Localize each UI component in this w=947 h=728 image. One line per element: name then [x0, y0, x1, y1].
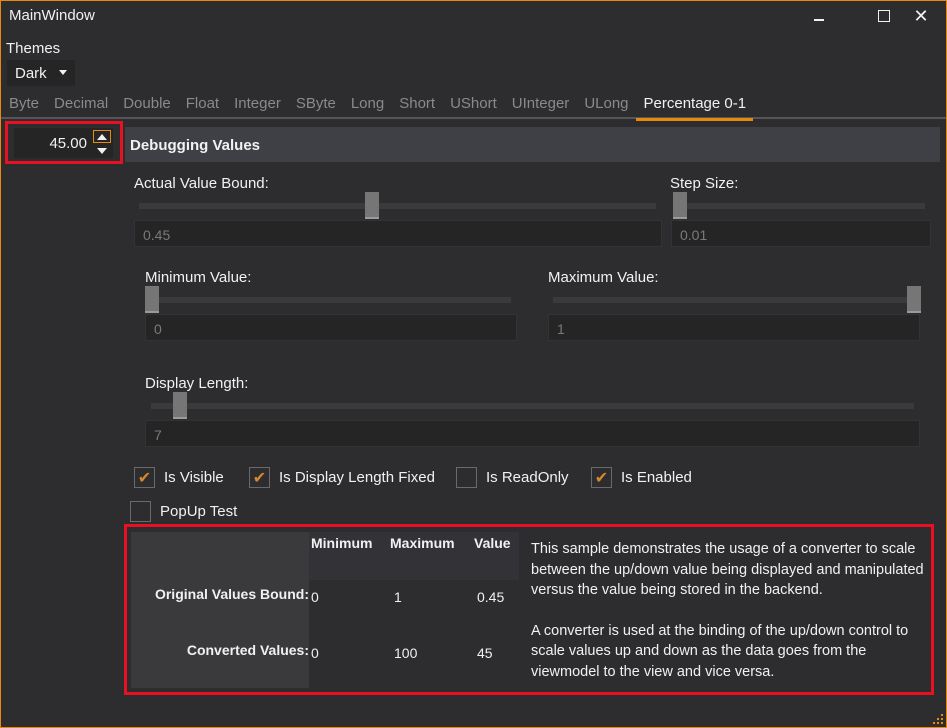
- tab-float[interactable]: Float: [178, 91, 226, 119]
- chevron-down-icon: [59, 70, 67, 75]
- values-table-highlight: Minimum Maximum Value Original Values Bo…: [124, 524, 934, 695]
- checkbox-box: [456, 467, 477, 488]
- display-length-field[interactable]: 7: [145, 420, 920, 447]
- values-table: Minimum Maximum Value Original Values Bo…: [131, 532, 519, 688]
- checkbox-box: [130, 501, 151, 522]
- checkmark-icon: ✔: [249, 467, 270, 488]
- tab-percentage[interactable]: Percentage 0-1: [635, 91, 754, 121]
- themes-dropdown[interactable]: Dark: [7, 60, 75, 86]
- is-display-length-fixed-checkbox[interactable]: ✔ Is Display Length Fixed: [249, 467, 435, 488]
- original-value: 0.45: [477, 589, 505, 605]
- tab-short[interactable]: Short: [391, 91, 442, 119]
- slider-track: [151, 403, 914, 409]
- tab-ushort[interactable]: UShort: [442, 91, 504, 119]
- actual-value-label: Actual Value Bound:: [134, 175, 269, 192]
- display-length-slider[interactable]: [151, 392, 914, 420]
- tab-byte[interactable]: Byte: [1, 91, 46, 119]
- main-window: MainWindow ✕ Themes Dark Byte Decimal Do…: [0, 0, 947, 728]
- step-size-field[interactable]: 0.01: [671, 220, 931, 247]
- decrement-button[interactable]: [93, 144, 111, 157]
- is-visible-checkbox[interactable]: ✔ Is Visible: [134, 467, 224, 488]
- description-paragraph: A converter is used at the binding of th…: [531, 622, 909, 680]
- header-minimum: Minimum: [311, 535, 373, 551]
- slider-thumb[interactable]: [673, 192, 687, 219]
- minimum-value-field[interactable]: 0: [145, 314, 517, 341]
- header-value: Value: [474, 535, 511, 551]
- checkmark-icon: ✔: [134, 467, 155, 488]
- slider-track: [145, 297, 511, 303]
- original-maximum: 1: [394, 589, 402, 605]
- converted-maximum: 100: [394, 645, 418, 661]
- themes-label: Themes: [6, 40, 61, 57]
- display-length-label: Display Length:: [145, 375, 249, 392]
- window-title: MainWindow: [9, 7, 95, 24]
- description-paragraph: This sample demonstrates the usage of a …: [531, 541, 924, 598]
- close-button[interactable]: ✕: [898, 1, 944, 31]
- minimum-value-slider[interactable]: [145, 286, 511, 314]
- updown-value[interactable]: 45.00: [49, 135, 87, 152]
- slider-track: [553, 297, 921, 303]
- numeric-updown[interactable]: 45.00: [14, 128, 113, 158]
- minimize-button[interactable]: [796, 1, 842, 31]
- description: This sample demonstrates the usage of a …: [531, 539, 931, 702]
- increment-button[interactable]: [93, 130, 111, 143]
- themes-selected-value: Dark: [15, 64, 47, 82]
- slider-track: [139, 203, 656, 209]
- slider-thumb[interactable]: [173, 392, 188, 419]
- slider-thumb[interactable]: [365, 192, 380, 219]
- checkbox-label: Is ReadOnly: [486, 469, 569, 486]
- checkbox-label: Is Display Length Fixed: [279, 469, 435, 486]
- arrow-up-icon: [97, 133, 107, 140]
- actual-value-field[interactable]: 0.45: [134, 220, 662, 247]
- row-label-converted: Converted Values:: [186, 642, 309, 658]
- tab-long[interactable]: Long: [343, 91, 391, 119]
- tab-integer[interactable]: Integer: [226, 91, 288, 119]
- popup-test-checkbox[interactable]: PopUp Test: [130, 501, 237, 522]
- step-size-slider[interactable]: [673, 192, 925, 220]
- row-label-original: Original Values Bound:: [154, 586, 309, 602]
- is-enabled-checkbox[interactable]: ✔ Is Enabled: [591, 467, 692, 488]
- slider-thumb[interactable]: [145, 286, 159, 313]
- resize-grip-icon[interactable]: [933, 714, 943, 724]
- title-bar[interactable]: MainWindow ✕: [1, 1, 946, 31]
- close-icon: ✕: [913, 6, 929, 26]
- tab-double[interactable]: Double: [115, 91, 178, 119]
- minimize-icon: [814, 19, 824, 21]
- maximum-value-label: Maximum Value:: [548, 269, 659, 286]
- maximize-icon: [878, 10, 890, 22]
- actual-value-slider[interactable]: [139, 192, 656, 220]
- original-minimum: 0: [311, 589, 319, 605]
- tab-ulong[interactable]: ULong: [576, 91, 635, 119]
- tab-uinteger[interactable]: UInteger: [504, 91, 577, 119]
- updown-highlight: 45.00: [5, 121, 123, 164]
- checkmark-icon: ✔: [591, 467, 612, 488]
- tab-sbyte[interactable]: SByte: [288, 91, 343, 119]
- debugging-values-title: Debugging Values: [130, 137, 261, 154]
- row-header-column: [131, 532, 309, 688]
- checkbox-label: Is Enabled: [621, 469, 692, 486]
- converted-minimum: 0: [311, 645, 319, 661]
- minimum-value-label: Minimum Value:: [145, 269, 252, 286]
- debugging-values-header: Debugging Values: [125, 127, 940, 162]
- maximum-value-slider[interactable]: [553, 286, 921, 314]
- checkbox-label: Is Visible: [164, 469, 224, 486]
- checkbox-label: PopUp Test: [160, 503, 238, 520]
- type-tabs: Byte Decimal Double Float Integer SByte …: [1, 91, 946, 121]
- arrow-down-icon: [97, 147, 107, 154]
- converted-value: 45: [477, 645, 493, 661]
- slider-track: [673, 203, 925, 209]
- maximum-value-field[interactable]: 1: [548, 314, 920, 341]
- tab-decimal[interactable]: Decimal: [46, 91, 115, 119]
- is-readonly-checkbox[interactable]: Is ReadOnly: [456, 467, 569, 488]
- slider-thumb[interactable]: [907, 286, 921, 313]
- step-size-label: Step Size:: [670, 175, 739, 192]
- header-maximum: Maximum: [390, 535, 455, 551]
